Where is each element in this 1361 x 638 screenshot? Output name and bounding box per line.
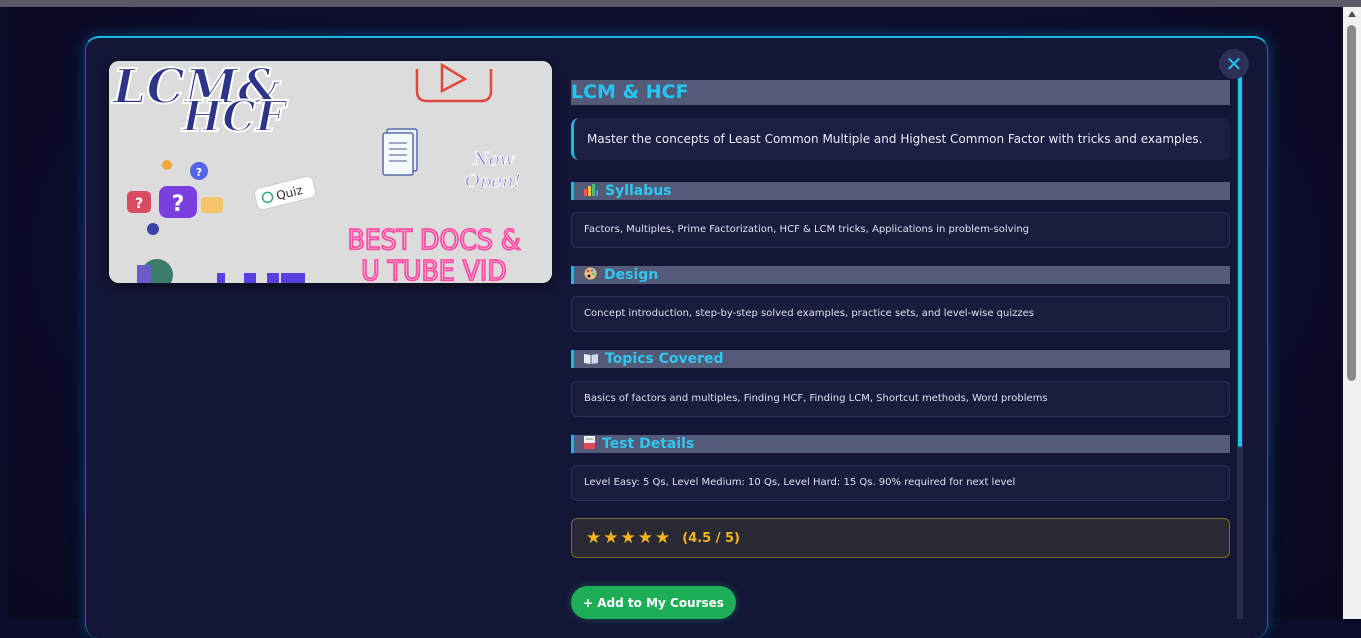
book-icon	[584, 351, 598, 369]
close-icon: ✕	[1225, 52, 1243, 76]
svg-text:?: ?	[196, 166, 202, 179]
rating-value: (4.5 / 5)	[682, 530, 740, 546]
test-details-heading: Test Details	[571, 435, 1230, 453]
syllabus-heading-label: Syllabus	[605, 183, 672, 199]
test-details-content: Level Easy: 5 Qs, Level Medium: 10 Qs, L…	[571, 465, 1230, 501]
topics-heading: Topics Covered	[571, 350, 1230, 368]
syllabus-heading: Syllabus	[571, 182, 1230, 200]
page-scrollbar[interactable]	[1343, 7, 1361, 619]
neon-sign-line2: U TUBE VID	[361, 254, 507, 283]
add-to-my-courses-button[interactable]: + Add to My Courses	[571, 586, 736, 619]
design-heading: Design	[571, 266, 1230, 284]
close-button[interactable]: ✕	[1219, 49, 1249, 79]
svg-text:?: ?	[135, 196, 143, 212]
palette-icon	[584, 267, 597, 285]
course-hero-image: LCM& HCF Now Open! Quiz ? ? ? BEST DOCS …	[109, 61, 552, 283]
design-content: Concept introduction, step-by-step solve…	[571, 296, 1230, 332]
browser-top-bar	[0, 0, 1361, 7]
now-open-line2: Open!	[465, 171, 521, 192]
now-open-line1: Now	[472, 149, 516, 170]
topics-content: Basics of factors and multiples, Finding…	[571, 381, 1230, 417]
modal-scroll-thumb[interactable]	[1238, 62, 1242, 447]
svg-text:?: ?	[172, 192, 185, 217]
document-icon	[382, 128, 418, 176]
syllabus-content: Factors, Multiples, Prime Factorization,…	[571, 212, 1230, 248]
topics-heading-label: Topics Covered	[605, 351, 724, 367]
page-scrollbar-thumb[interactable]	[1347, 25, 1356, 381]
course-title: LCM & HCF	[571, 80, 1230, 105]
test-details-heading-label: Test Details	[602, 436, 695, 452]
document-icon	[584, 436, 595, 454]
hero-collage: LCM& HCF Now Open! Quiz ? ? ? BEST DOCS …	[109, 61, 552, 283]
hero-title-line2: HCF	[182, 92, 289, 141]
scroll-up-arrow-icon[interactable]	[1348, 11, 1356, 17]
design-heading-label: Design	[604, 267, 659, 283]
rating-stars-icon: ★★★★★	[586, 528, 673, 548]
course-description: Master the concepts of Least Common Mult…	[571, 118, 1230, 160]
neon-sign-line1: BEST DOCS &	[347, 223, 520, 256]
course-rating: ★★★★★ (4.5 / 5)	[571, 518, 1230, 558]
bar-chart-icon	[584, 183, 598, 201]
